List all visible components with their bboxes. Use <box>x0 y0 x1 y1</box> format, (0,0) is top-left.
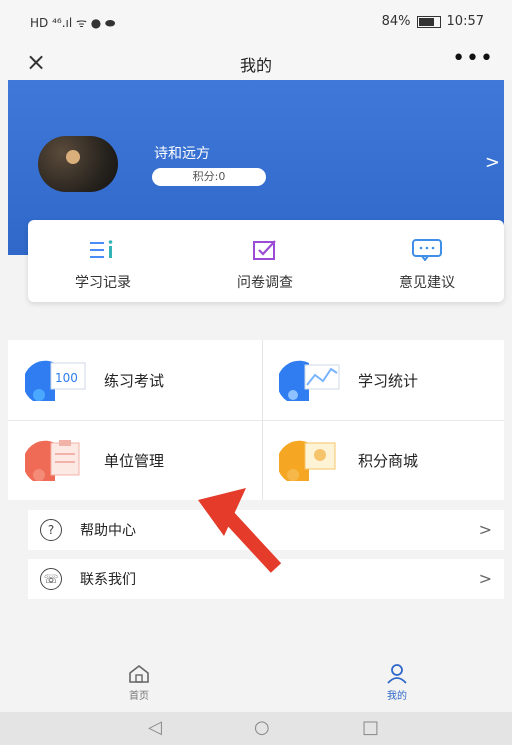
tab-label: 首页 <box>129 691 149 702</box>
tile-points-mall[interactable]: 积分商城 <box>276 420 512 500</box>
clock: 10:57 <box>446 14 484 29</box>
battery-icon <box>416 15 441 28</box>
list-icon <box>28 238 178 262</box>
top-nav: × 我的 ••• <box>0 44 512 80</box>
home-button-icon[interactable]: ○ <box>254 717 270 738</box>
battery-percent: 84% <box>381 14 411 29</box>
stats-icon <box>276 357 348 403</box>
tile-label: 学习统计 <box>358 371 419 390</box>
checkbox-icon <box>190 238 340 262</box>
quick-label: 问卷调查 <box>237 275 293 291</box>
points-badge: 积分:0 <box>152 168 266 186</box>
quick-study-record[interactable]: 学习记录 <box>28 238 178 292</box>
bottom-tab-bar <box>0 652 512 712</box>
chevron-right-icon: > <box>478 520 492 539</box>
status-right: 84% 10:57 <box>382 14 484 29</box>
svg-text:100: 100 <box>55 371 78 385</box>
user-icon <box>387 664 407 684</box>
more-icon[interactable]: ••• <box>452 46 494 71</box>
tile-study-stats[interactable]: 学习统计 <box>276 340 512 420</box>
question-icon: ? <box>40 519 62 541</box>
tile-label: 单位管理 <box>104 451 165 470</box>
list-item-label: 联系我们 <box>80 572 136 588</box>
annotation-arrow-icon <box>198 488 282 573</box>
page-title: 我的 <box>239 56 272 75</box>
quick-label: 学习记录 <box>75 275 131 291</box>
shopping-cart-icon <box>276 437 348 483</box>
phone-icon: ☏ <box>40 568 62 590</box>
status-bar: HD ⁴⁶.ıl ᯤ ● ⬬ 84% 10:57 <box>0 0 512 44</box>
chevron-right-icon[interactable]: > <box>485 152 500 173</box>
tab-label: 我的 <box>387 691 407 702</box>
recents-icon[interactable]: □ <box>362 717 379 738</box>
quick-label: 意见建议 <box>399 275 455 291</box>
quick-survey[interactable]: 问卷调查 <box>190 238 340 292</box>
quick-suggestion[interactable]: 意见建议 <box>352 238 502 292</box>
tab-home[interactable]: 首页 <box>104 664 174 702</box>
back-icon[interactable]: ◁ <box>148 717 162 738</box>
list-item-label: 帮助中心 <box>80 523 136 539</box>
system-nav-bar: ◁ ○ □ <box>0 712 512 745</box>
avatar[interactable] <box>38 136 118 192</box>
exam-icon: 100 <box>22 357 94 403</box>
tile-practice-exam[interactable]: 100 练习考试 <box>22 340 270 420</box>
chevron-right-icon: > <box>478 569 492 588</box>
username: 诗和远方 <box>154 146 210 162</box>
clipboard-icon <box>22 437 94 483</box>
tab-mine[interactable]: 我的 <box>362 664 432 702</box>
status-icons: HD ⁴⁶.ıl ᯤ ● ⬬ <box>30 16 116 30</box>
tile-label: 练习考试 <box>104 371 165 390</box>
home-icon <box>129 664 149 683</box>
tile-label: 积分商城 <box>358 451 419 470</box>
chat-bubble-icon <box>352 238 502 262</box>
